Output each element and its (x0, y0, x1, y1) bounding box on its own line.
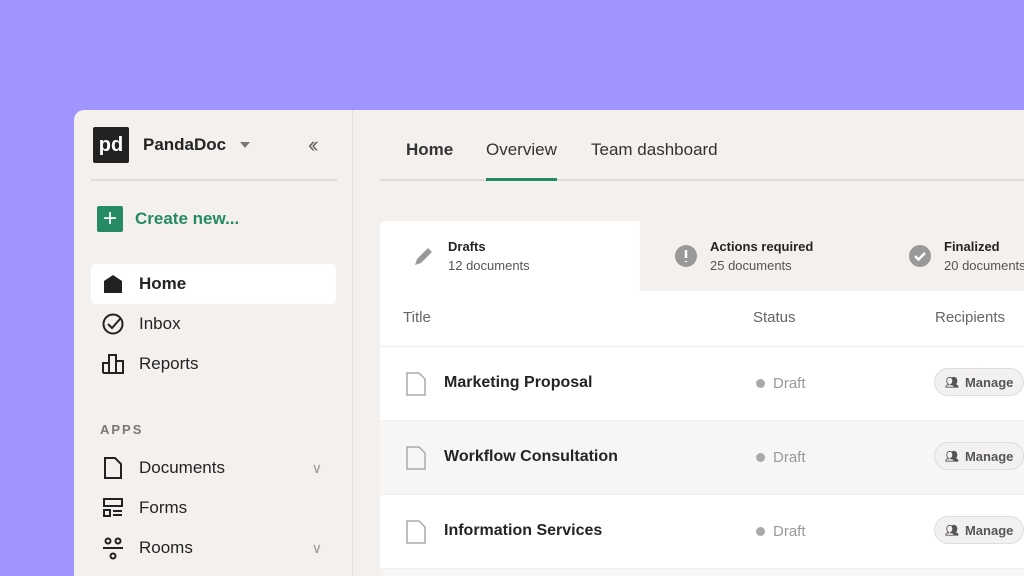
workspace-name: PandaDoc (143, 135, 226, 155)
pencil-icon (412, 244, 436, 268)
people-icon: 👥︎ (945, 450, 959, 463)
status-label: Draft (773, 375, 806, 392)
form-icon (101, 496, 125, 520)
document-title[interactable]: Information Services (444, 522, 602, 540)
stat-actions-required[interactable]: Actions required 25 documents (640, 221, 813, 291)
stat-count: 20 documents (944, 258, 1024, 273)
stat-count: 12 documents (448, 258, 530, 273)
sidebar-item-documents[interactable]: Documents ∨ (91, 448, 336, 488)
stat-title: Actions required (710, 239, 813, 254)
status-dot (756, 527, 765, 536)
caret-down-icon (240, 142, 250, 148)
column-header-title[interactable]: Title (403, 309, 431, 326)
check-circle-icon (908, 244, 932, 268)
sidebar-item-label: Reports (139, 354, 199, 374)
bar-chart-icon (101, 352, 125, 376)
tab-home[interactable]: Home (406, 140, 453, 178)
table-row[interactable] (380, 568, 1024, 576)
document-icon (406, 520, 426, 544)
sidebar: pd PandaDoc ‹‹ + Create new... Home Inbo… (74, 110, 353, 576)
manage-recipients-button[interactable]: 👥︎ Manage (934, 368, 1024, 396)
check-circle-icon (101, 312, 125, 336)
plus-icon: + (97, 206, 123, 232)
sidebar-item-reports[interactable]: Reports (91, 344, 336, 384)
document-icon (406, 372, 426, 396)
stat-finalized[interactable]: Finalized 20 documents (874, 221, 1024, 291)
status-badge: Draft (756, 375, 806, 392)
status-label: Draft (773, 449, 806, 466)
sidebar-item-rooms[interactable]: Rooms ∨ (91, 528, 336, 568)
rooms-icon (101, 536, 125, 560)
manage-label: Manage (965, 375, 1013, 390)
column-header-recipients[interactable]: Recipients (935, 309, 1005, 326)
document-title[interactable]: Marketing Proposal (444, 374, 592, 392)
manage-label: Manage (965, 449, 1013, 464)
pandadoc-logo: pd (93, 127, 129, 163)
people-icon: 👥︎ (945, 524, 959, 537)
manage-recipients-button[interactable]: 👥︎ Manage (934, 516, 1024, 544)
people-icon: 👥︎ (945, 376, 959, 389)
home-icon (101, 272, 125, 296)
stat-drafts[interactable]: Drafts 12 documents (380, 221, 530, 291)
sidebar-item-label: Forms (139, 498, 187, 518)
status-label: Draft (773, 523, 806, 540)
document-icon (406, 446, 426, 470)
status-badge: Draft (756, 449, 806, 466)
table-row[interactable]: Information Services Draft 👥︎ Manage (380, 494, 1024, 568)
top-tabs: Home Overview Team dashboard (380, 110, 1024, 181)
document-icon (101, 456, 125, 480)
table-row[interactable]: Workflow Consultation Draft 👥︎ Manage (380, 420, 1024, 494)
manage-label: Manage (965, 523, 1013, 538)
divider (91, 179, 337, 181)
workspace-switcher[interactable]: pd PandaDoc (93, 127, 250, 163)
status-dot (756, 379, 765, 388)
status-dot (756, 453, 765, 462)
sidebar-item-label: Inbox (139, 314, 181, 334)
document-title[interactable]: Workflow Consultation (444, 448, 618, 466)
sidebar-item-label: Rooms (139, 538, 193, 558)
sidebar-item-inbox[interactable]: Inbox (91, 304, 336, 344)
documents-card: Drafts 12 documents Actions required 25 do… (380, 221, 1024, 576)
chevron-down-icon[interactable]: ∨ (312, 540, 322, 557)
chevron-down-icon[interactable]: ∨ (312, 460, 322, 477)
app-window: pd PandaDoc ‹‹ + Create new... Home Inbo… (74, 110, 1024, 576)
stat-title: Finalized (944, 239, 1024, 254)
sidebar-item-label: Documents (139, 458, 225, 478)
sidebar-item-forms[interactable]: Forms (91, 488, 336, 528)
apps-heading: APPS (100, 422, 143, 437)
status-badge: Draft (756, 523, 806, 540)
sidebar-item-label: Home (139, 274, 186, 294)
alert-icon (674, 244, 698, 268)
create-new-button[interactable]: + Create new... (97, 206, 239, 232)
column-header-status[interactable]: Status (753, 309, 796, 326)
stat-count: 25 documents (710, 258, 813, 273)
sidebar-item-home[interactable]: Home (91, 264, 336, 304)
table-row[interactable]: Marketing Proposal Draft 👥︎ Manage (380, 346, 1024, 420)
tab-team-dashboard[interactable]: Team dashboard (591, 140, 718, 178)
collapse-sidebar-icon[interactable]: ‹‹ (308, 132, 315, 158)
stat-title: Drafts (448, 239, 530, 254)
tab-overview[interactable]: Overview (486, 140, 557, 181)
create-new-label: Create new... (135, 209, 239, 229)
manage-recipients-button[interactable]: 👥︎ Manage (934, 442, 1024, 470)
